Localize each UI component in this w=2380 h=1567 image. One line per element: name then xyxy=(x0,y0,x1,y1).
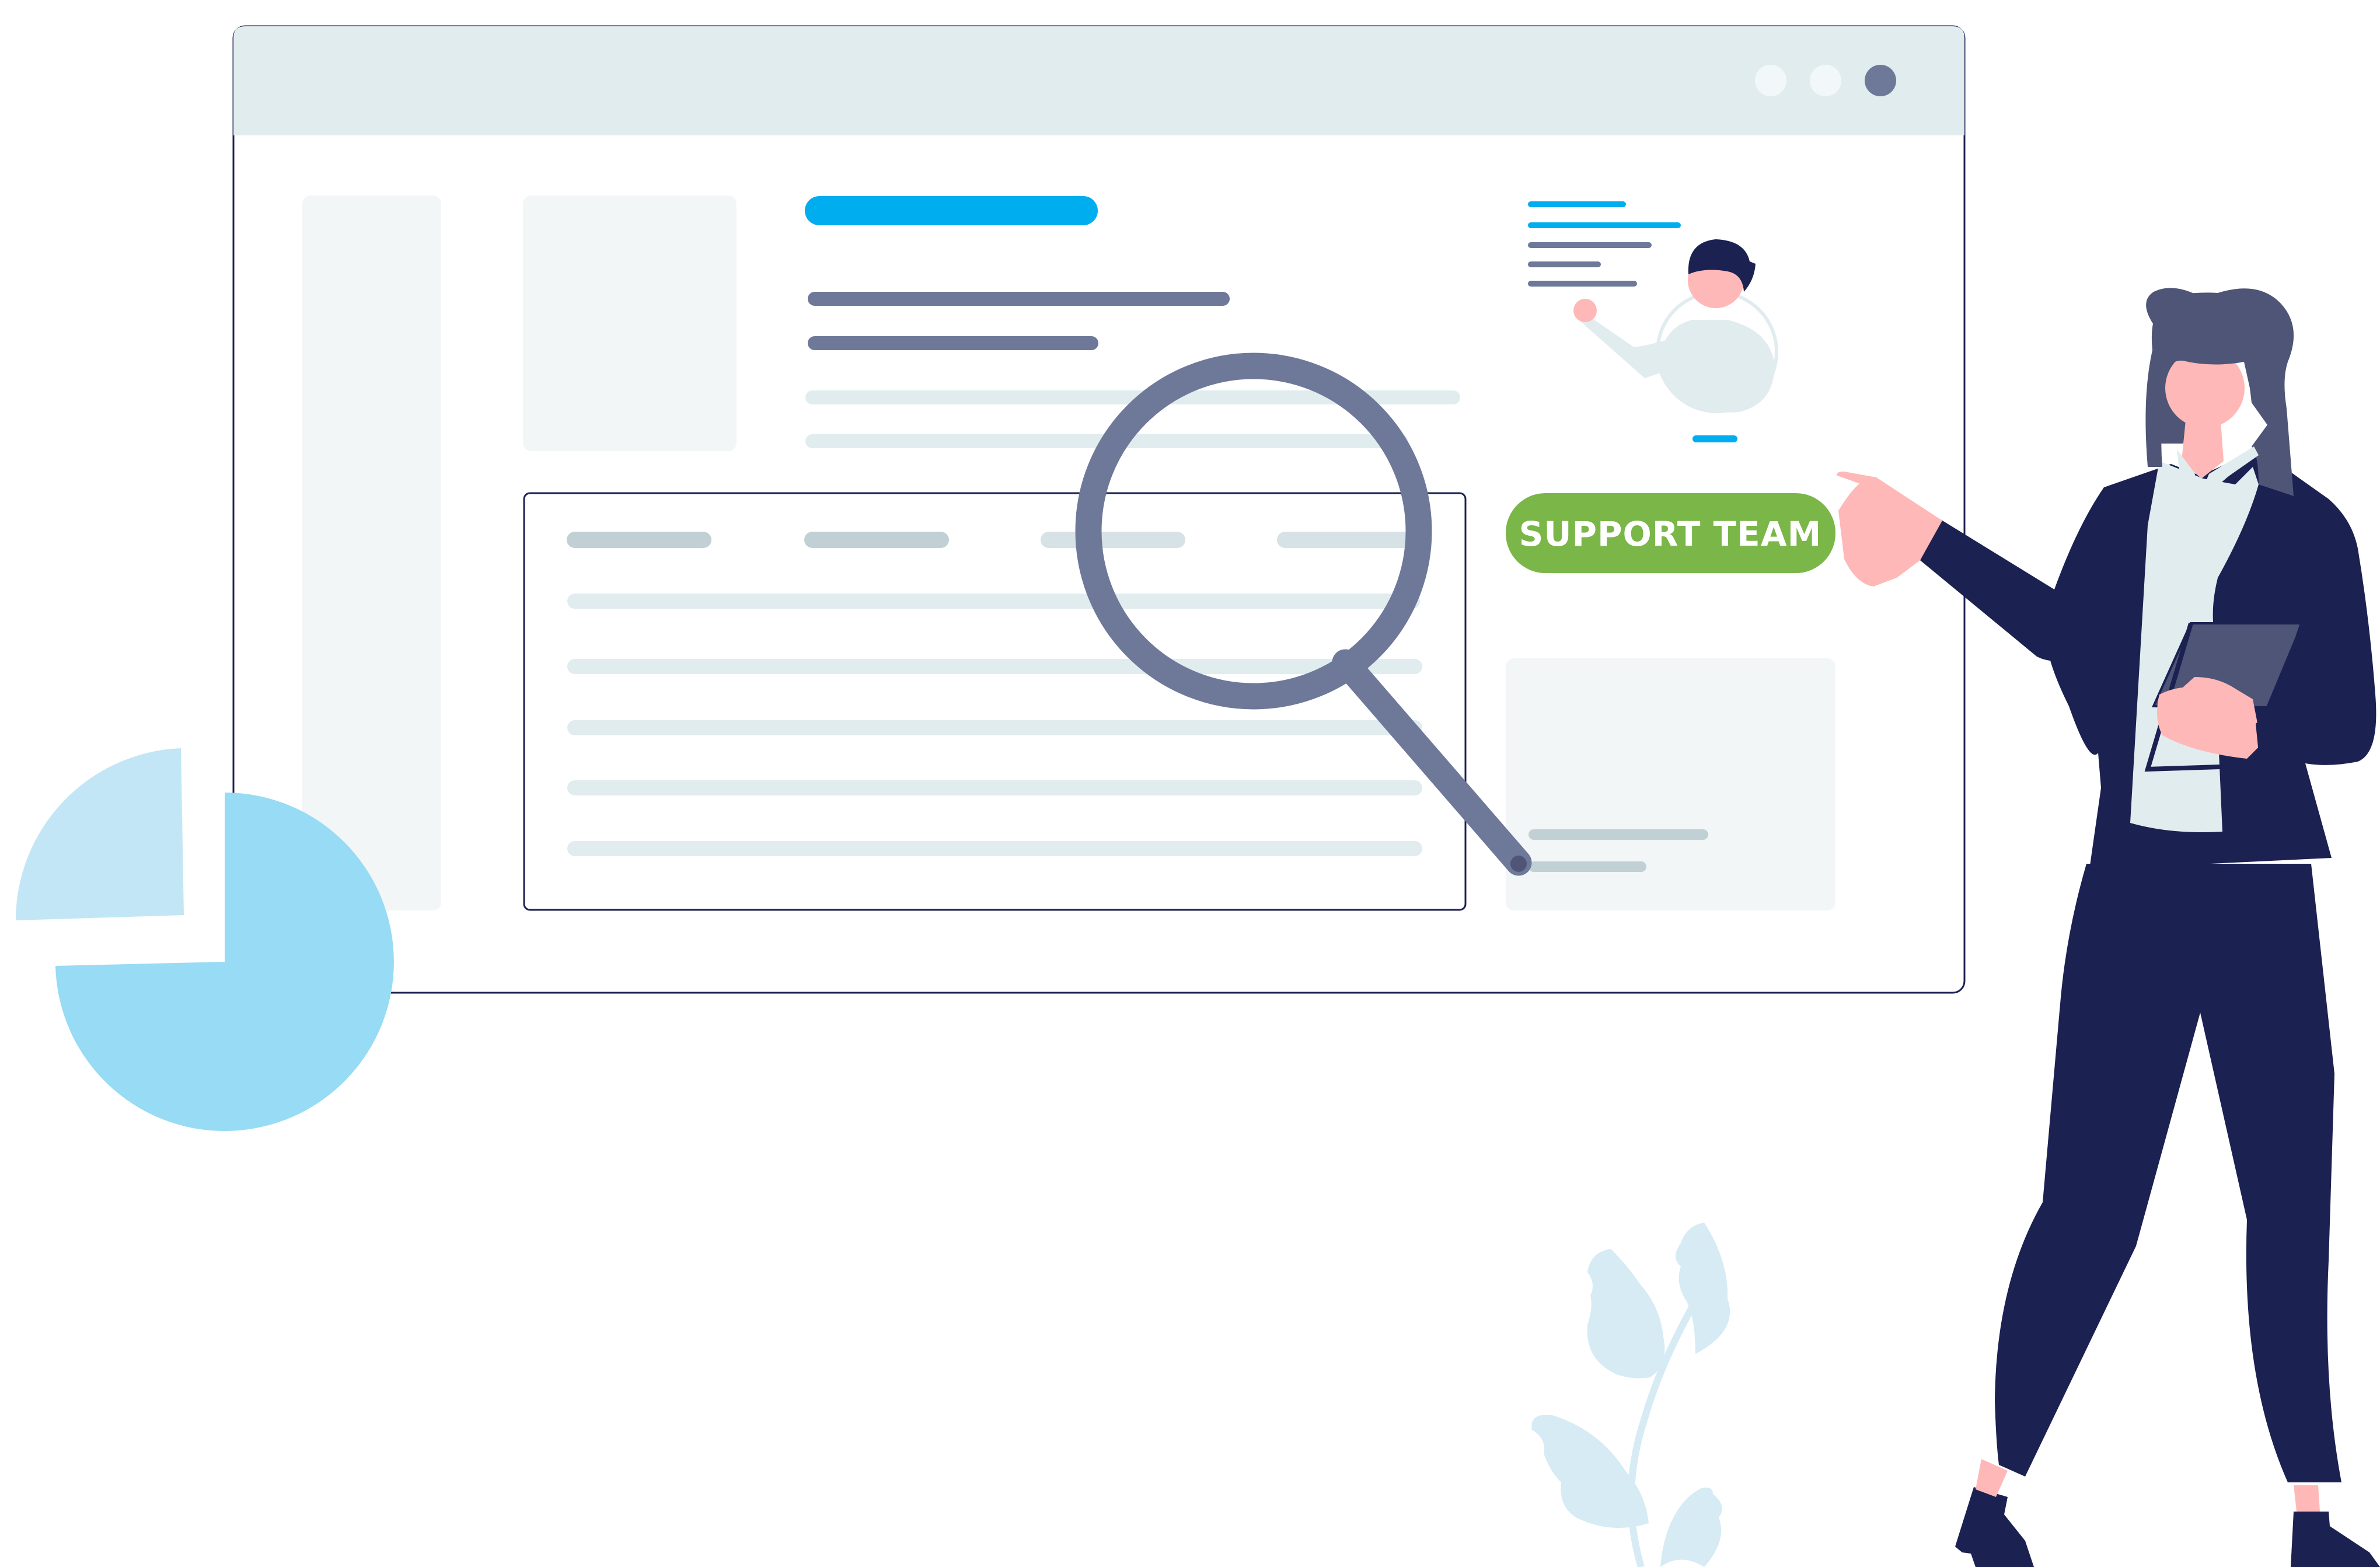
titlebar-dot-3[interactable] xyxy=(1865,65,1896,96)
sidebar-panel xyxy=(302,196,441,910)
right-shoe xyxy=(2291,1512,2380,1567)
image-placeholder xyxy=(523,196,737,451)
titlebar-dot-1[interactable] xyxy=(1755,65,1786,96)
support-team-label: SUPPORT TEAM xyxy=(1519,514,1822,554)
leaf-plant-icon xyxy=(1531,1223,1730,1567)
data-table xyxy=(523,492,1467,911)
illustration-scene: SUPPORT TEAM xyxy=(15,25,2380,1567)
pie-slice-small xyxy=(15,748,184,920)
agent-hand xyxy=(1573,299,1597,322)
trousers xyxy=(1995,864,2341,1482)
titlebar-dot-2[interactable] xyxy=(1810,65,1841,96)
left-shoe xyxy=(1955,1487,2034,1567)
window-titlebar xyxy=(233,26,1964,135)
support-team-button[interactable]: SUPPORT TEAM xyxy=(1506,493,1835,573)
info-card xyxy=(1506,658,1835,910)
